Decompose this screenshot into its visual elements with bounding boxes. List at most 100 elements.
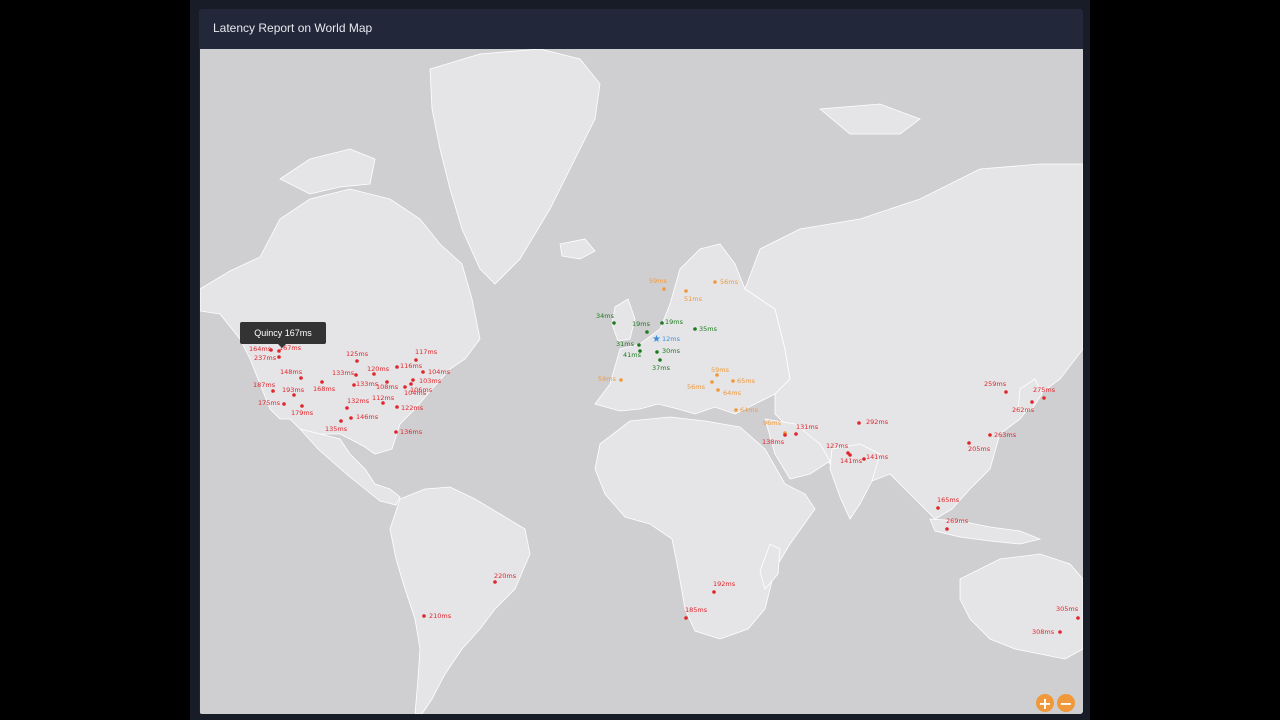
origin-star-icon[interactable]: ★ (652, 334, 661, 345)
latency-marker-dot[interactable] (684, 616, 688, 620)
latency-marker-dot[interactable] (299, 376, 303, 380)
latency-marker-dot[interactable] (345, 406, 349, 410)
latency-marker-dot[interactable] (693, 327, 697, 331)
latency-marker-dot[interactable] (1058, 630, 1062, 634)
latency-marker-label: 141ms (866, 453, 889, 461)
latency-marker-dot[interactable] (282, 402, 286, 406)
latency-marker-dot[interactable] (277, 355, 281, 359)
latency-marker-label: 104ms (404, 389, 427, 397)
latency-marker-dot[interactable] (421, 370, 425, 374)
latency-marker-dot[interactable] (637, 343, 641, 347)
latency-marker-label: 292ms (866, 418, 889, 426)
latency-marker-dot[interactable] (713, 280, 717, 284)
latency-marker-dot[interactable] (422, 614, 426, 618)
latency-marker-label: 220ms (494, 572, 517, 580)
latency-marker-label: 164ms (249, 345, 272, 353)
latency-marker-label: 56ms (720, 278, 739, 286)
latency-marker-dot[interactable] (857, 421, 861, 425)
latency-marker-dot[interactable] (658, 358, 662, 362)
latency-marker-dot[interactable] (619, 378, 623, 382)
latency-marker-label: 108ms (376, 383, 399, 391)
latency-marker-dot[interactable] (945, 527, 949, 531)
latency-marker-dot[interactable] (414, 358, 418, 362)
latency-marker-label: 275ms (1033, 386, 1056, 394)
latency-marker-dot[interactable] (731, 379, 735, 383)
latency-marker-label: 116ms (400, 362, 423, 370)
latency-marker-label: 132ms (347, 397, 370, 405)
latency-marker-label: 141ms (840, 457, 863, 465)
latency-marker-label: 187ms (253, 381, 276, 389)
latency-marker-dot[interactable] (1076, 616, 1080, 620)
panel-title: Latency Report on World Map (213, 21, 373, 35)
latency-marker-dot[interactable] (1042, 396, 1046, 400)
latency-marker-label: 269ms (946, 517, 969, 525)
latency-marker-dot[interactable] (355, 359, 359, 363)
latency-marker-label: 56ms (687, 383, 706, 391)
latency-marker-dot[interactable] (1004, 390, 1008, 394)
tooltip-text: Quincy 167ms (254, 328, 312, 338)
latency-marker-dot[interactable] (655, 350, 659, 354)
latency-marker-label: 237ms (254, 354, 277, 362)
latency-marker-dot[interactable] (662, 287, 666, 291)
latency-marker-label: 37ms (652, 364, 671, 372)
latency-marker-dot[interactable] (684, 289, 688, 293)
latency-marker-dot[interactable] (354, 373, 358, 377)
latency-marker-label: 165ms (937, 496, 960, 504)
latency-marker-dot[interactable] (271, 389, 275, 393)
latency-marker-dot[interactable] (339, 419, 343, 423)
latency-marker-label: 148ms (280, 368, 303, 376)
latency-marker-dot[interactable] (349, 416, 353, 420)
minus-icon: − (1059, 693, 1073, 713)
latency-marker-dot[interactable] (783, 433, 787, 437)
latency-marker-label: 305ms (1056, 605, 1079, 613)
latency-marker-label: 175ms (258, 399, 281, 407)
landmass-canada-islands (279, 148, 376, 195)
latency-marker-dot[interactable] (794, 432, 798, 436)
latency-marker-label: 12ms (662, 335, 681, 343)
latency-marker-dot[interactable] (612, 321, 616, 325)
latency-marker-dot[interactable] (411, 378, 415, 382)
latency-marker-dot[interactable] (395, 365, 399, 369)
latency-marker-dot[interactable] (300, 404, 304, 408)
latency-marker-dot[interactable] (712, 590, 716, 594)
latency-marker-label: 179ms (291, 409, 314, 417)
latency-marker-dot[interactable] (716, 388, 720, 392)
map-canvas[interactable]: 164ms 167ms237ms148ms187ms193ms175ms179ms… (200, 49, 1083, 714)
latency-marker-label: 96ms (763, 419, 782, 427)
latency-marker-dot[interactable] (395, 405, 399, 409)
latency-marker-label: 34ms (596, 312, 615, 320)
latency-marker-label: 263ms (994, 431, 1017, 439)
latency-marker-dot[interactable] (1030, 400, 1034, 404)
plus-icon: + (1038, 693, 1052, 713)
zoom-out-button[interactable]: − (1057, 693, 1075, 713)
latency-marker-dot[interactable] (645, 330, 649, 334)
latency-marker-label: 133ms (332, 369, 355, 377)
latency-marker-dot[interactable] (320, 380, 324, 384)
tooltip-arrow (278, 344, 286, 348)
latency-marker-label: 104ms (428, 368, 451, 376)
latency-marker-dot[interactable] (988, 433, 992, 437)
latency-marker-dot[interactable] (936, 506, 940, 510)
latency-marker-label: 112ms (372, 394, 395, 402)
latency-marker-label: 117ms (415, 348, 438, 356)
latency-marker-dot[interactable] (660, 321, 664, 325)
world-map[interactable]: 164ms 167ms 237ms 148ms 187ms 193ms 175ms 179ms… (200, 49, 1083, 714)
latency-marker-dot[interactable] (493, 580, 497, 584)
landmass-arctic-islands (818, 103, 921, 135)
latency-marker-label: 51ms (684, 295, 703, 303)
latency-marker-dot[interactable] (734, 408, 738, 412)
latency-marker-label: 59ms (711, 366, 730, 374)
latency-marker-label: 41ms (623, 351, 642, 359)
latency-marker-label: 64ms (723, 389, 742, 397)
zoom-in-button[interactable]: + (1036, 693, 1054, 713)
latency-marker-label: 135ms (325, 425, 348, 433)
latency-marker-label: 210ms (429, 612, 452, 620)
latency-marker-dot[interactable] (710, 380, 714, 384)
latency-marker-dot[interactable] (394, 430, 398, 434)
latency-marker-label: 193ms (282, 386, 305, 394)
latency-marker-label: 19ms (665, 318, 684, 326)
latency-marker-label: 103ms (419, 377, 442, 385)
latency-marker-label: 30ms (662, 347, 681, 355)
latency-marker-label: 168ms (313, 385, 336, 393)
latency-marker-label: 138ms (762, 438, 785, 446)
